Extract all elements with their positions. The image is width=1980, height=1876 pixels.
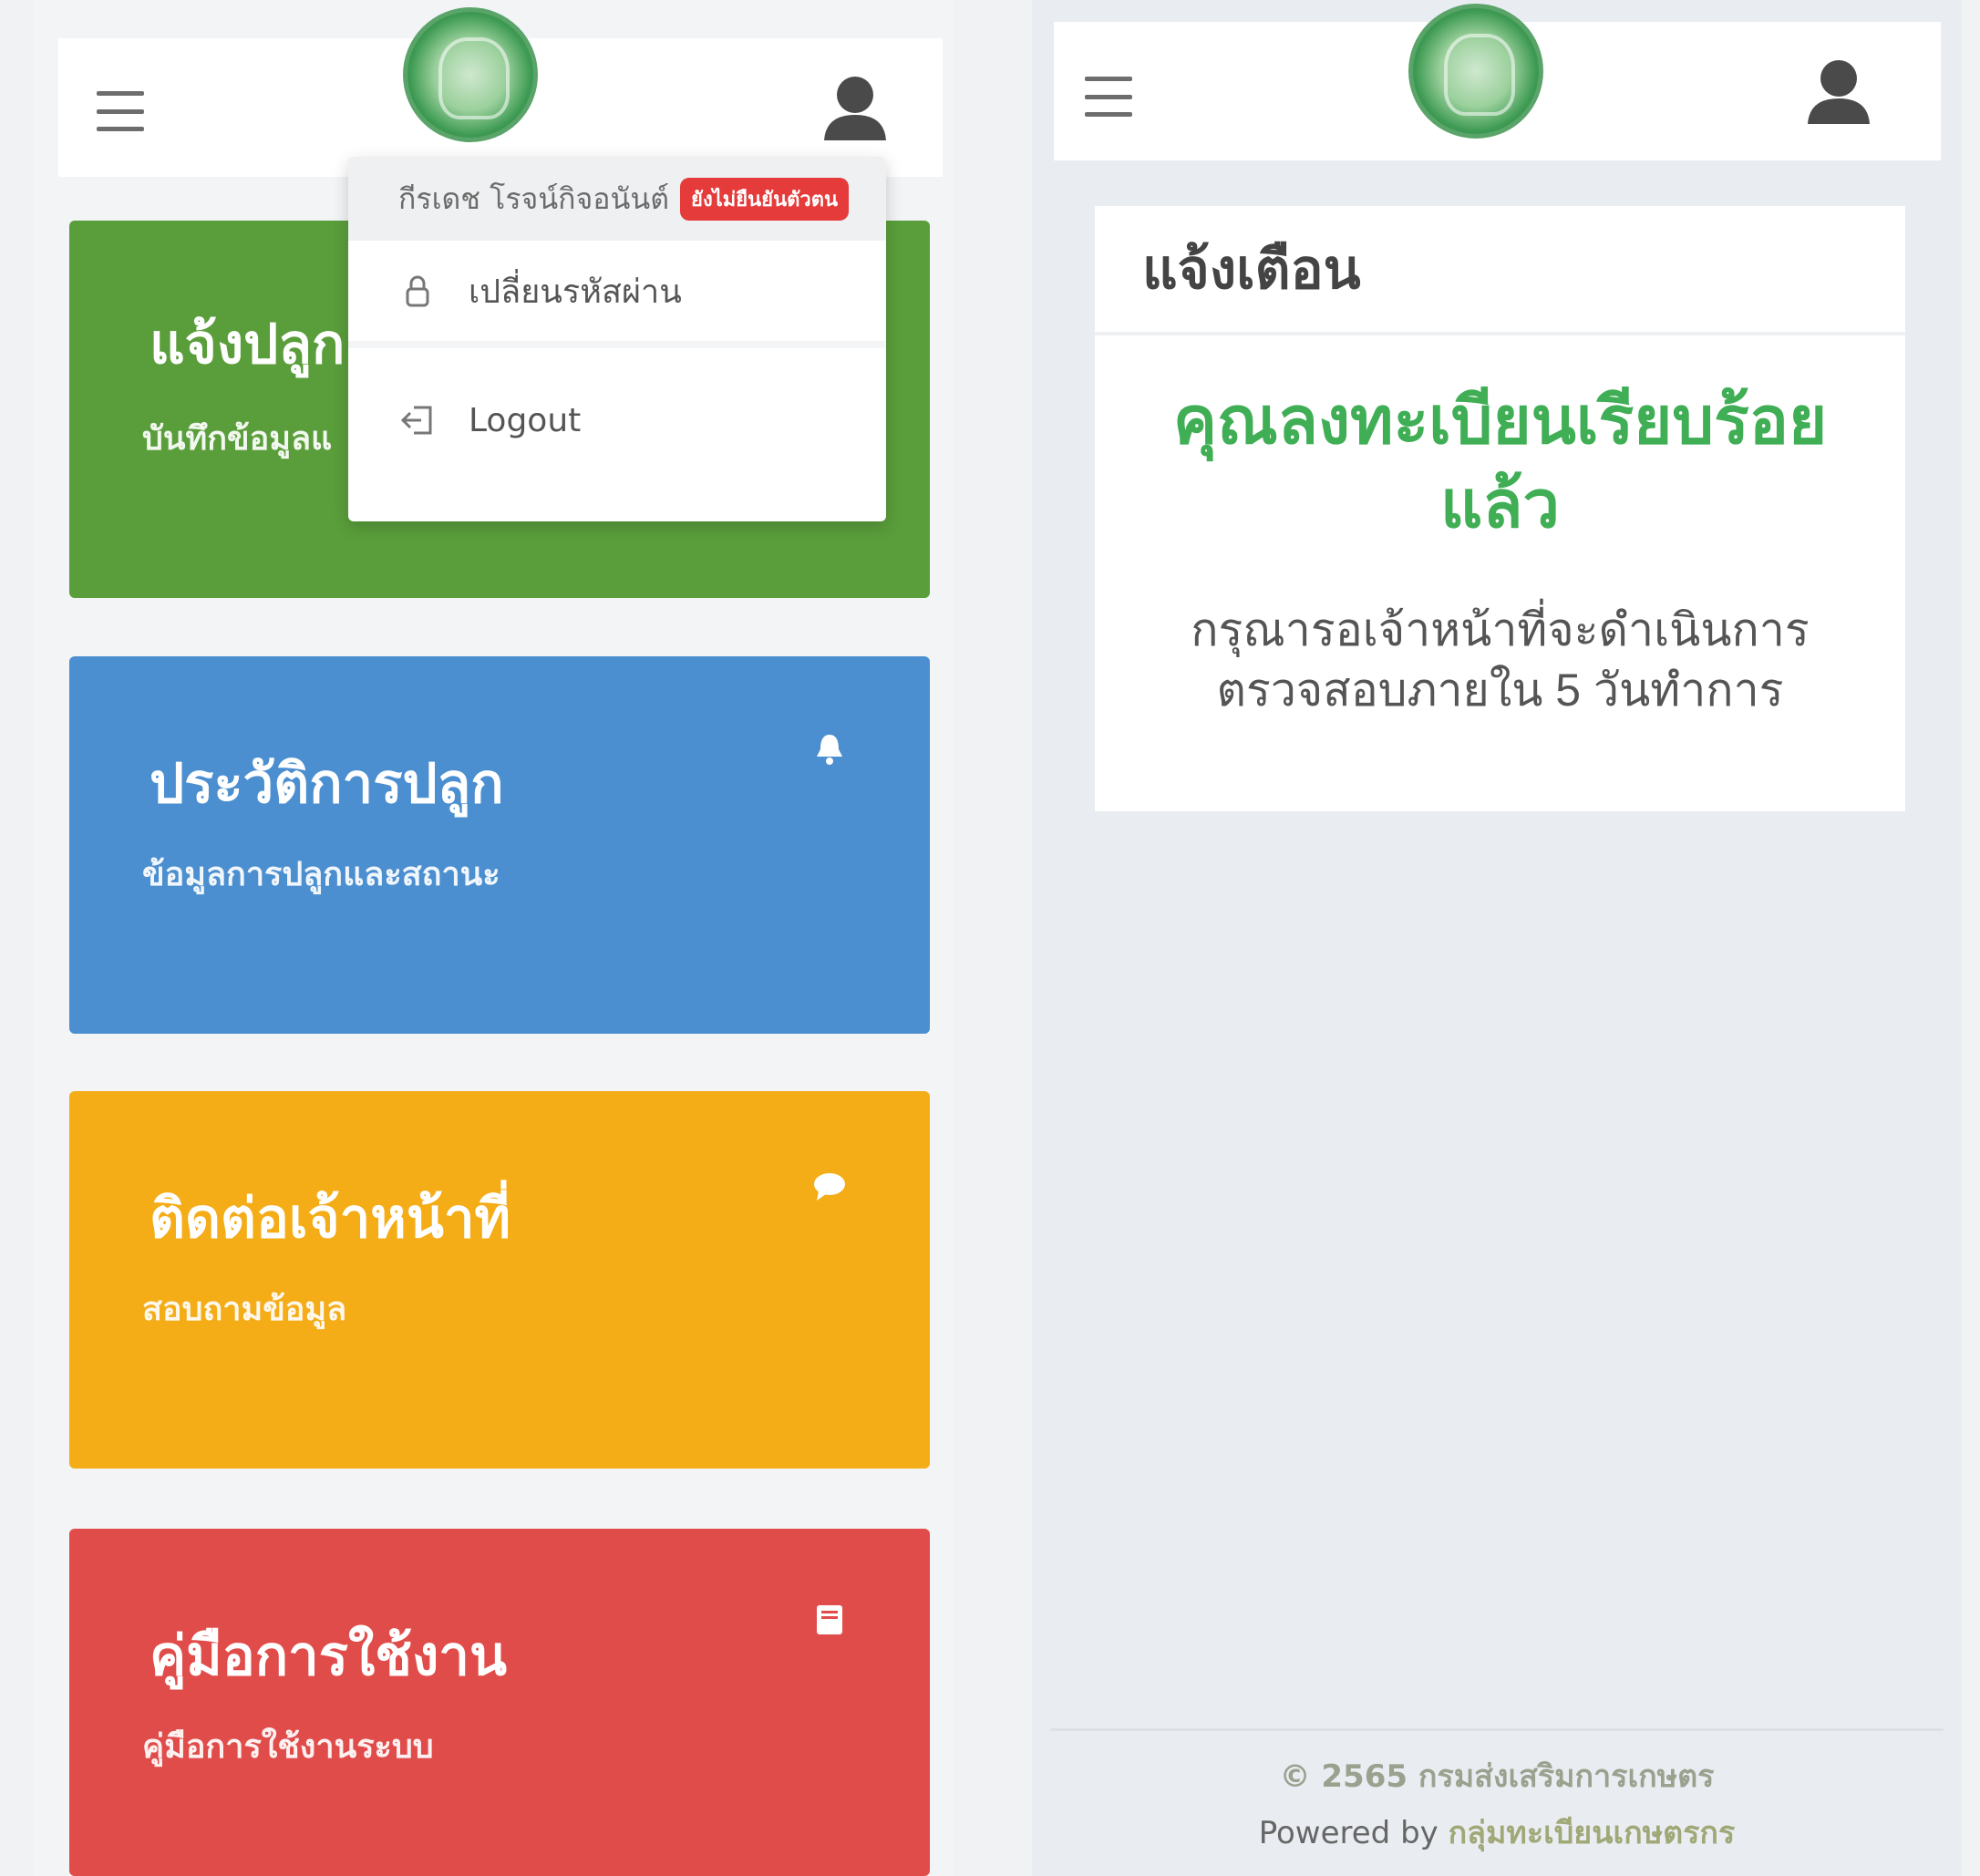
logout-menu-item[interactable]: Logout (348, 366, 886, 474)
footer-powered-by: Powered by กลุ่มทะเบียนเกษตรกร (1050, 1808, 1944, 1857)
change-password-label: เปลี่ยนรหัสผ่าน (469, 273, 682, 311)
card-subtitle: ข้อมูลการปลูกและสถานะ (142, 855, 500, 892)
card-planting-history[interactable]: ประวัติการปลูก ข้อมูลการปลูกและสถานะ (69, 656, 930, 1034)
panel-title: แจ้งเตือน (1095, 206, 1905, 335)
dropdown-user-header: กีรเดช โรจน์กิจอนันต์ ยังไม่ยืนยันตัวตน (348, 157, 886, 241)
hamburger-menu-icon[interactable] (1085, 77, 1132, 117)
card-title: ติดต่อเจ้าหน้าที่ (150, 1188, 511, 1249)
instruction-note: กรุณารอเจ้าหน้าที่จะดำเนินการตรวจสอบภายใ… (1191, 604, 1810, 716)
change-password-menu-item[interactable]: เปลี่ยนรหัสผ่าน (348, 241, 886, 348)
logout-icon (400, 406, 432, 435)
card-contact-staff[interactable]: ติดต่อเจ้าหน้าที่ สอบถามข้อมูล (69, 1091, 930, 1469)
card-title: ประวัติการปลูก (150, 753, 504, 814)
notification-panel: แจ้งเตือน คุณลงทะเบียนเรียบร้อยแล้ว กรุณ… (1095, 206, 1905, 811)
card-subtitle: สอบถามข้อมูล (142, 1290, 347, 1327)
lock-icon (406, 275, 429, 307)
right-screen: แจ้งเตือน คุณลงทะเบียนเรียบร้อยแล้ว กรุณ… (1032, 0, 1962, 1876)
department-logo (403, 7, 538, 142)
hamburger-menu-icon[interactable] (97, 91, 144, 131)
logout-label: Logout (469, 401, 582, 439)
card-title: แจ้งปลูก (150, 314, 345, 375)
left-screen: แจ้งปลูก บันทึกข้อมูลแ ประวัติการปลูก ข้… (33, 0, 954, 1876)
powered-by-prefix: Powered by (1258, 1815, 1439, 1851)
book-icon (817, 1605, 842, 1634)
department-logo (1408, 4, 1543, 139)
card-title: คู่มือการใช้งาน (150, 1625, 507, 1686)
status-badge: ยังไม่ยืนยันตัวตน (680, 177, 850, 221)
footer-copyright: © 2565 กรมส่งเสริมการเกษตร (1279, 1758, 1715, 1795)
user-dropdown-menu: กีรเดช โรจน์กิจอนันต์ ยังไม่ยืนยันตัวตน … (348, 157, 886, 521)
success-message: คุณลงทะเบียนเรียบร้อยแล้ว (1172, 385, 1828, 541)
powered-by-link[interactable]: กลุ่มทะเบียนเกษตรกร (1449, 1815, 1736, 1851)
chat-bubble-icon (814, 1173, 845, 1201)
user-icon[interactable] (820, 73, 890, 142)
bell-icon (817, 735, 842, 765)
card-user-manual[interactable]: คู่มือการใช้งาน คู่มือการใช้งานระบบ (69, 1529, 930, 1876)
card-subtitle: บันทึกข้อมูลแ (142, 419, 333, 457)
user-name: กีรเดช โรจน์กิจอนันต์ (398, 180, 670, 216)
user-icon[interactable] (1804, 57, 1873, 126)
footer: © 2565 กรมส่งเสริมการเกษตร Powered by กล… (1050, 1728, 1944, 1856)
card-subtitle: คู่มือการใช้งานระบบ (142, 1727, 434, 1765)
